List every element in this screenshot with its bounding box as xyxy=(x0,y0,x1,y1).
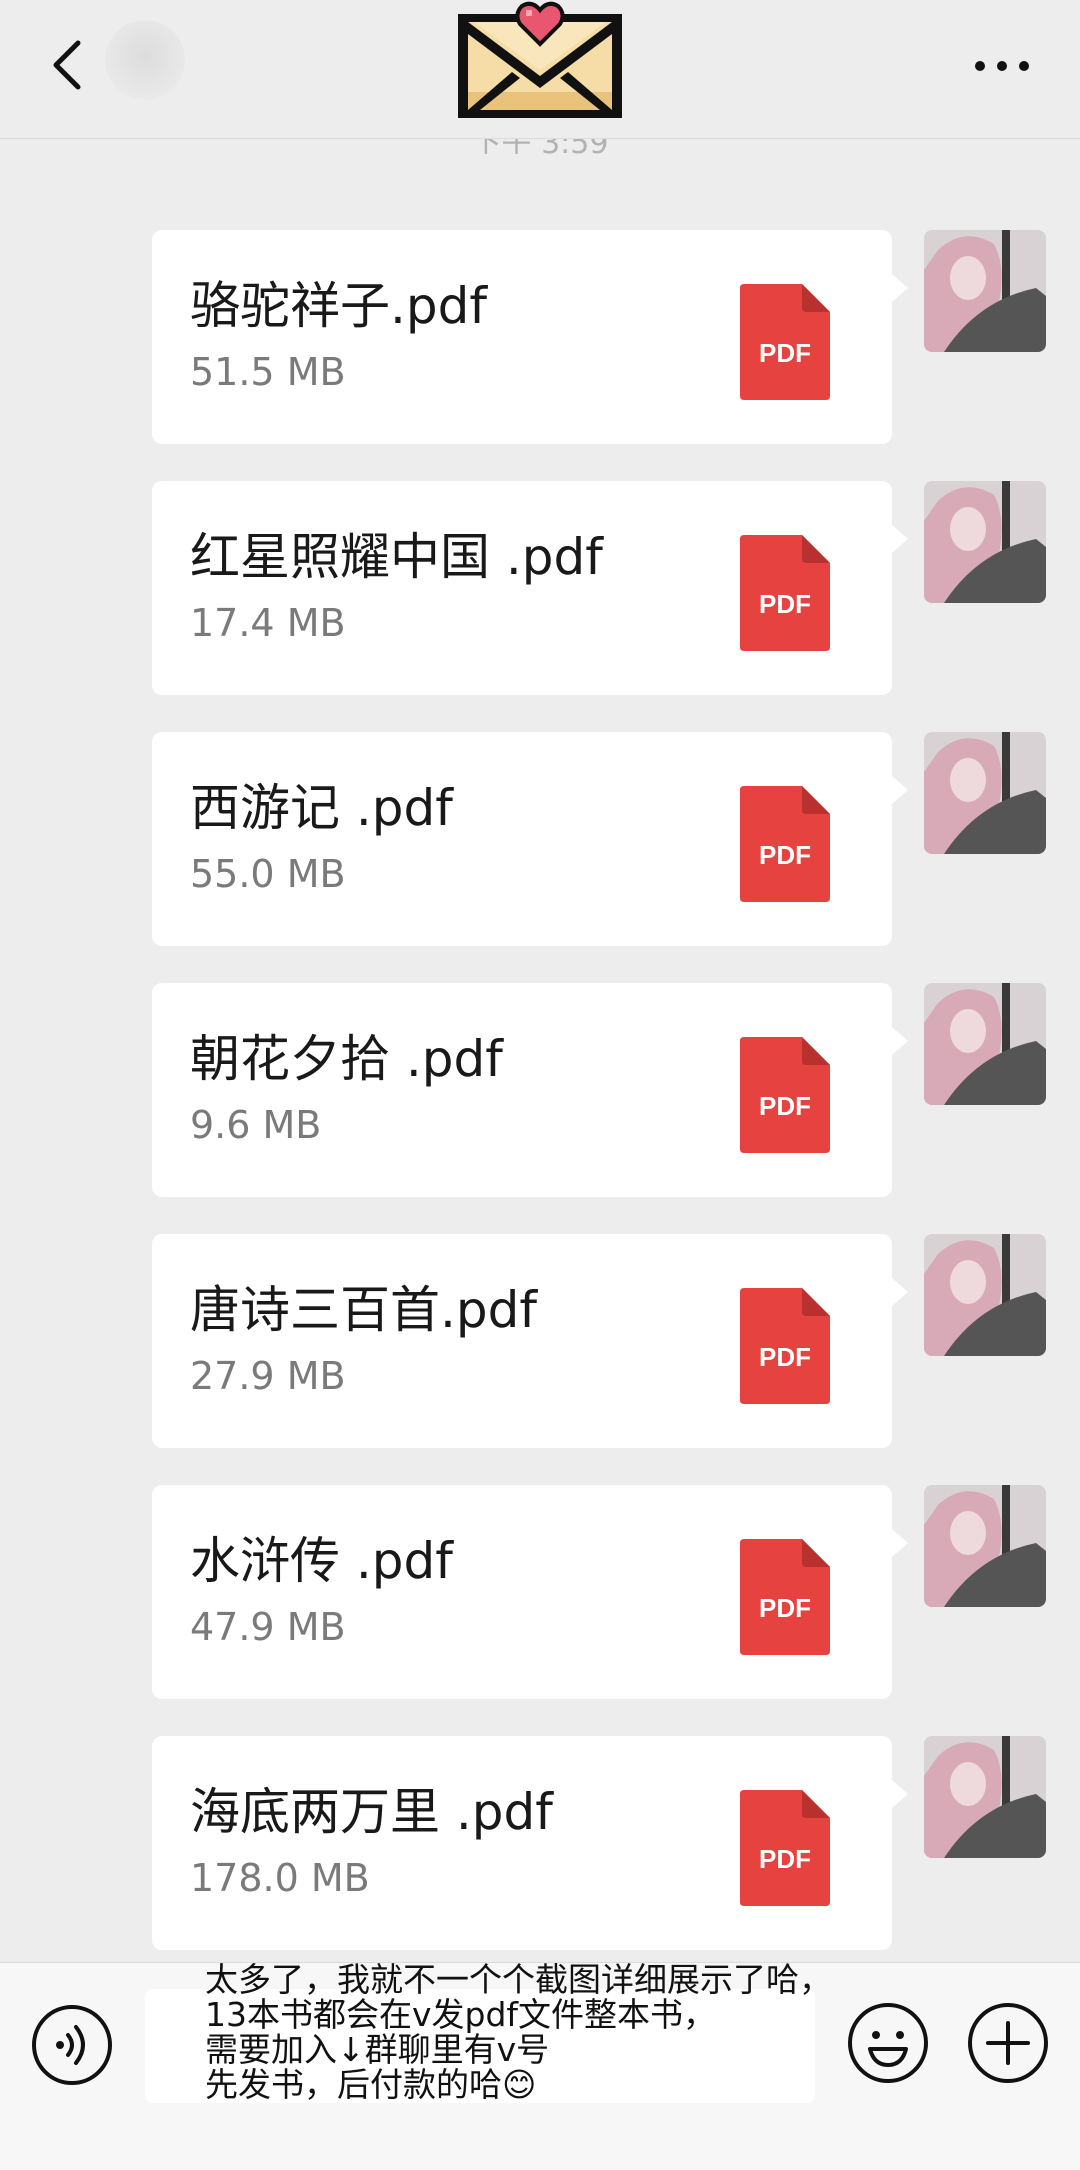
pdf-file-icon: PDF xyxy=(740,1790,830,1906)
file-size: 51.5 MB xyxy=(190,350,346,394)
overlay-caption-line: 太多了，我就不一个个截图详细展示了哈， xyxy=(205,1960,832,1999)
top-nav-bar xyxy=(0,0,1080,139)
voice-input-button[interactable] xyxy=(30,2003,114,2087)
sender-avatar[interactable] xyxy=(924,481,1046,603)
more-options-button[interactable] xyxy=(962,36,1042,96)
overlay-caption: 太多了，我就不一个个截图详细展示了哈， 13本书都会在v发pdf文件整本书， 需… xyxy=(205,1962,905,2102)
file-name: 骆驼祥子.pdf xyxy=(190,277,487,335)
svg-text:PDF: PDF xyxy=(759,589,811,619)
file-size: 9.6 MB xyxy=(190,1103,322,1147)
overlay-caption-line: 13本书都会在v发pdf文件整本书， xyxy=(205,1995,717,2034)
pdf-file-icon: PDF xyxy=(740,786,830,902)
file-size: 27.9 MB xyxy=(190,1354,346,1398)
more-dots-icon xyxy=(975,61,1029,71)
file-name: 水浒传 .pdf xyxy=(190,1532,453,1590)
more-functions-button[interactable] xyxy=(966,2001,1050,2085)
file-name: 红星照耀中国 .pdf xyxy=(190,528,603,586)
file-message-bubble[interactable]: 唐诗三百首.pdf 27.9 MB PDF xyxy=(152,1234,908,1448)
overlay-caption-line: 先发书，后付款的哈😊 xyxy=(205,2065,537,2104)
file-message-bubble[interactable]: 朝花夕拾 .pdf 9.6 MB PDF xyxy=(152,983,908,1197)
pdf-file-icon: PDF xyxy=(740,535,830,651)
plus-icon xyxy=(968,2003,1048,2083)
file-size: 55.0 MB xyxy=(190,852,346,896)
file-message-bubble[interactable]: 骆驼祥子.pdf 51.5 MB PDF xyxy=(152,230,908,444)
voice-icon xyxy=(32,2005,112,2085)
pdf-file-icon: PDF xyxy=(740,1288,830,1404)
contact-avatar[interactable] xyxy=(105,20,185,100)
svg-text:PDF: PDF xyxy=(759,338,811,368)
svg-text:PDF: PDF xyxy=(759,1593,811,1623)
pdf-file-icon: PDF xyxy=(740,1037,830,1153)
back-button[interactable] xyxy=(38,30,98,100)
sender-avatar[interactable] xyxy=(924,1485,1046,1607)
sender-avatar[interactable] xyxy=(924,1736,1046,1858)
file-message-bubble[interactable]: 海底两万里 .pdf 178.0 MB PDF xyxy=(152,1736,908,1950)
file-size: 178.0 MB xyxy=(190,1856,370,1900)
svg-text:PDF: PDF xyxy=(759,1091,811,1121)
envelope-heart-icon xyxy=(450,0,630,124)
file-name: 唐诗三百首.pdf xyxy=(190,1281,537,1339)
file-message-bubble[interactable]: 红星照耀中国 .pdf 17.4 MB PDF xyxy=(152,481,908,695)
sender-avatar[interactable] xyxy=(924,230,1046,352)
overlay-caption-line: 需要加入↓群聊里有v号 xyxy=(205,2030,550,2069)
file-name: 海底两万里 .pdf xyxy=(190,1783,553,1841)
svg-text:PDF: PDF xyxy=(759,1844,811,1874)
file-message-bubble[interactable]: 西游记 .pdf 55.0 MB PDF xyxy=(152,732,908,946)
file-message-bubble[interactable]: 水浒传 .pdf 47.9 MB PDF xyxy=(152,1485,908,1699)
file-name: 西游记 .pdf xyxy=(190,779,453,837)
sender-avatar[interactable] xyxy=(924,1234,1046,1356)
svg-text:PDF: PDF xyxy=(759,1342,811,1372)
chevron-left-icon xyxy=(53,40,81,90)
svg-text:PDF: PDF xyxy=(759,840,811,870)
sender-avatar[interactable] xyxy=(924,732,1046,854)
file-size: 47.9 MB xyxy=(190,1605,346,1649)
file-size: 17.4 MB xyxy=(190,601,346,645)
pdf-file-icon: PDF xyxy=(740,1539,830,1655)
pdf-file-icon: PDF xyxy=(740,284,830,400)
sender-avatar[interactable] xyxy=(924,983,1046,1105)
file-name: 朝花夕拾 .pdf xyxy=(190,1030,503,1088)
